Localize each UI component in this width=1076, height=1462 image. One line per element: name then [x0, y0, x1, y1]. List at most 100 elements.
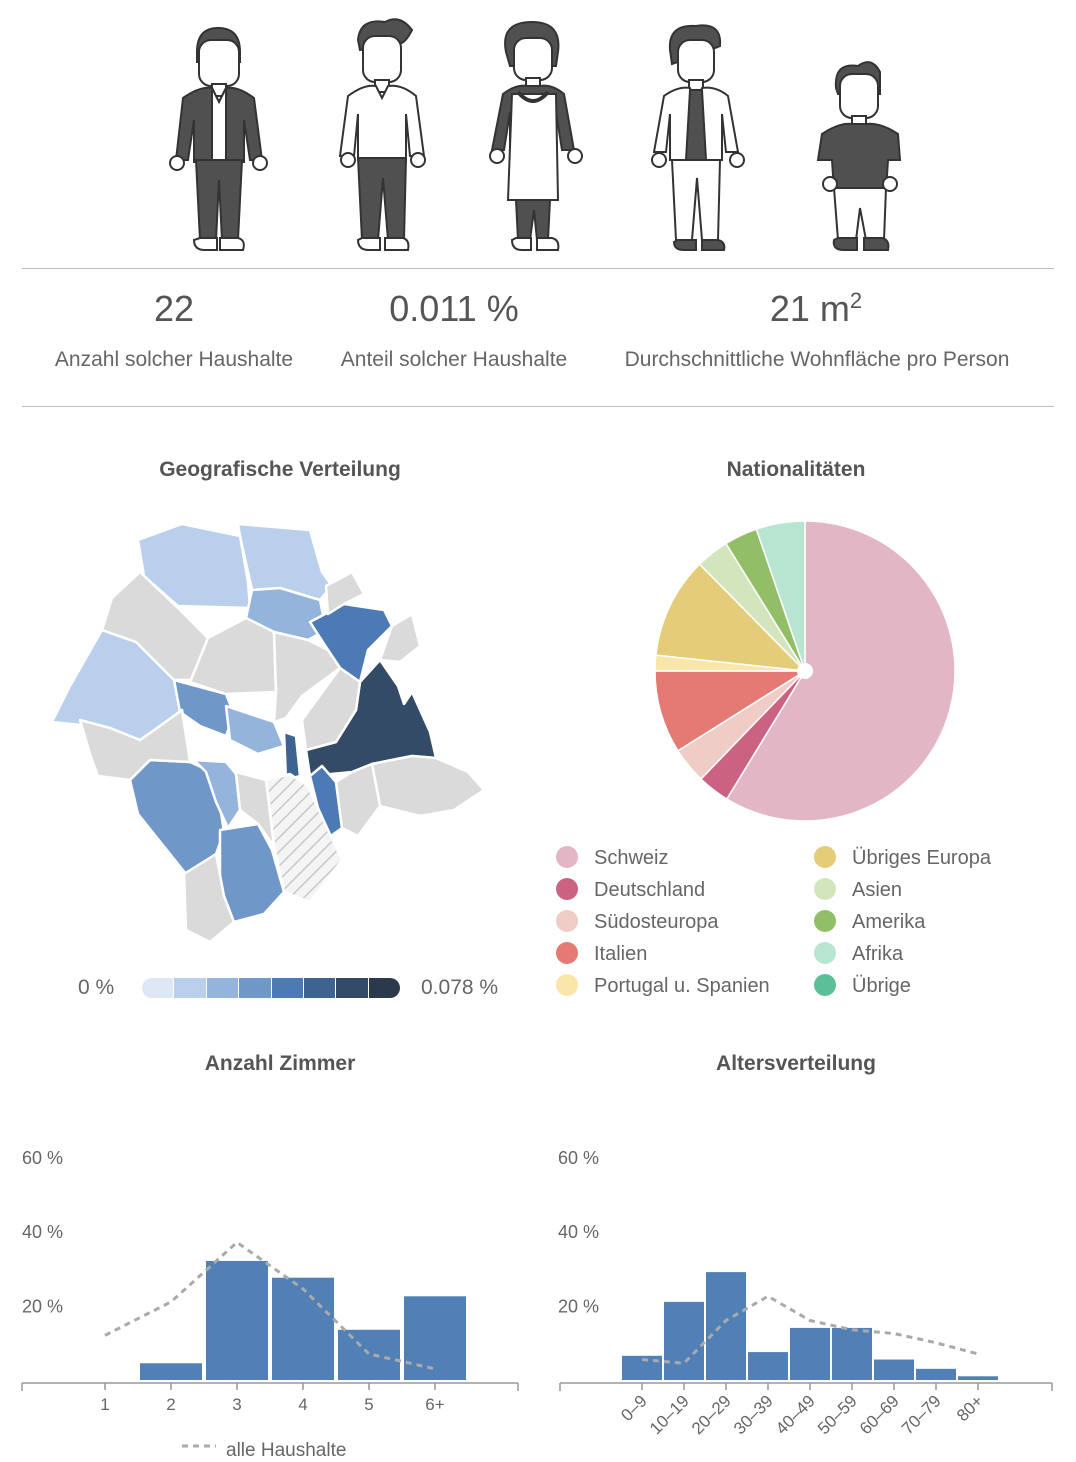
divider-bottom: [22, 406, 1054, 407]
legend-item: Amerika: [814, 910, 925, 934]
bar: [140, 1363, 202, 1380]
legend-swatch: [814, 878, 836, 900]
y-tick-label: 40 %: [22, 1222, 63, 1242]
bar: [338, 1329, 400, 1380]
bar: [404, 1296, 466, 1380]
x-tick-label: 60–69: [856, 1391, 903, 1438]
geo-scale-step-3: [206, 978, 240, 998]
legend-item: Schweiz: [556, 846, 668, 870]
legend-swatch: [814, 942, 836, 964]
bar: [874, 1359, 914, 1380]
legend-swatch: [814, 846, 836, 868]
legend-label: Afrika: [852, 943, 904, 965]
y-tick-label: 40 %: [558, 1222, 599, 1242]
bar: [748, 1352, 788, 1380]
legend-label: Schweiz: [594, 847, 669, 869]
x-tick-label: 40–49: [772, 1391, 819, 1438]
legend-item: Übrige: [814, 974, 911, 998]
man-suit-icon: [169, 26, 268, 251]
geo-scale-max: 0.078 %: [421, 976, 499, 999]
legend-swatch: [556, 910, 578, 932]
legend-item: Italien: [556, 942, 647, 966]
y-tick-label: 60 %: [558, 1148, 599, 1168]
x-tick-label: 4: [298, 1395, 307, 1414]
x-tick-label: 80+: [953, 1391, 987, 1425]
geo-scale-step-6: [303, 978, 337, 998]
legend-item: Afrika: [814, 942, 903, 966]
x-tick-label: 30–39: [730, 1391, 777, 1438]
legend-label: Portugal u. Spanien: [594, 975, 770, 997]
bar: [206, 1260, 268, 1380]
map-district: [370, 754, 486, 818]
legend-item: Portugal u. Spanien: [556, 974, 770, 998]
nationalities-pie: [654, 520, 956, 822]
legend-label: Asien: [852, 879, 903, 901]
legend-item: Deutschland: [556, 878, 705, 902]
stat-count-value: 22: [153, 288, 195, 329]
stat-share-label: Anteil solcher Haushalte: [340, 348, 568, 371]
man-shirt-icon: [338, 18, 426, 251]
stat-area-value: 21 m2: [769, 288, 863, 329]
x-tick-label: 1: [100, 1395, 109, 1414]
people-icons: [169, 18, 902, 251]
nationalities-title: Nationalitäten: [726, 458, 866, 481]
y-tick-label: 20 %: [558, 1297, 599, 1317]
legend-label: Übriges Europa: [852, 847, 991, 869]
map-district: [282, 730, 302, 782]
geo-scale-step-2: [174, 978, 207, 998]
age-chart: 20 % 40 % 60 % 0–910–1920–2930–3940–4950–59…: [558, 1148, 1053, 1438]
stat-area-unit-exponent: 2: [849, 288, 863, 313]
legend-label: Italien: [594, 943, 648, 965]
geo-scale-step-5: [271, 978, 304, 998]
district-map: [50, 522, 486, 944]
legend-item: Südosteuropa: [556, 910, 719, 934]
boy-icon: [816, 61, 902, 251]
bar: [790, 1327, 830, 1380]
legend-label: Übrige: [852, 975, 911, 997]
x-tick-label: 70–79: [898, 1391, 945, 1438]
legend-swatch: [814, 974, 836, 996]
legend-item: Asien: [814, 878, 902, 902]
x-tick-label: 20–29: [688, 1391, 735, 1438]
geo-scale-min: 0 %: [78, 976, 115, 999]
x-tick-label: 5: [364, 1395, 373, 1414]
x-tick-label: 6+: [425, 1395, 444, 1414]
legend-swatch: [556, 878, 578, 900]
bar: [664, 1301, 704, 1380]
geo-scale-step-4: [239, 978, 272, 998]
divider-top: [22, 268, 1054, 269]
woman-dress-icon: [489, 20, 583, 251]
geo-scale-step-1: [142, 978, 175, 998]
all-households-legend-swatch: [182, 1444, 216, 1448]
legend-label: Deutschland: [594, 879, 706, 901]
pie-center-dot: [797, 663, 813, 679]
legend-swatch: [556, 846, 578, 868]
legend-item: Übriges Europa: [814, 846, 991, 870]
woman-blazer-icon: [651, 24, 745, 251]
geo-scale-step-7: [336, 978, 369, 998]
x-tick-label: 10–19: [646, 1391, 693, 1438]
x-tick-label: 2: [166, 1395, 175, 1414]
y-tick-label: 20 %: [22, 1297, 63, 1317]
map-district: [188, 616, 278, 696]
y-tick-label: 60 %: [22, 1148, 63, 1168]
legend-swatch: [814, 910, 836, 932]
bar: [706, 1272, 746, 1380]
bar: [832, 1327, 872, 1380]
rooms-chart: 20 % 40 % 60 % 1 2 3 4 5 6+: [21, 1148, 519, 1414]
bar: [272, 1277, 334, 1380]
stat-area-label: Durchschnittliche Wohnfläche pro Person: [624, 348, 1010, 371]
x-tick-label: 50–59: [814, 1391, 861, 1438]
geo-scale-step-8: [368, 978, 400, 998]
legend-label: Amerika: [852, 911, 926, 933]
stat-share-value: 0.011 %: [389, 288, 519, 329]
map-district: [334, 762, 382, 838]
rooms-title: Anzahl Zimmer: [204, 1052, 356, 1075]
legend-swatch: [556, 974, 578, 996]
stat-count-label: Anzahl solcher Haushalte: [54, 348, 294, 371]
legend-label: Südosteuropa: [594, 911, 719, 933]
geo-title: Geografische Verteilung: [159, 458, 401, 481]
bar: [916, 1368, 956, 1380]
geo-color-scale: [142, 978, 400, 998]
legend-swatch: [556, 942, 578, 964]
